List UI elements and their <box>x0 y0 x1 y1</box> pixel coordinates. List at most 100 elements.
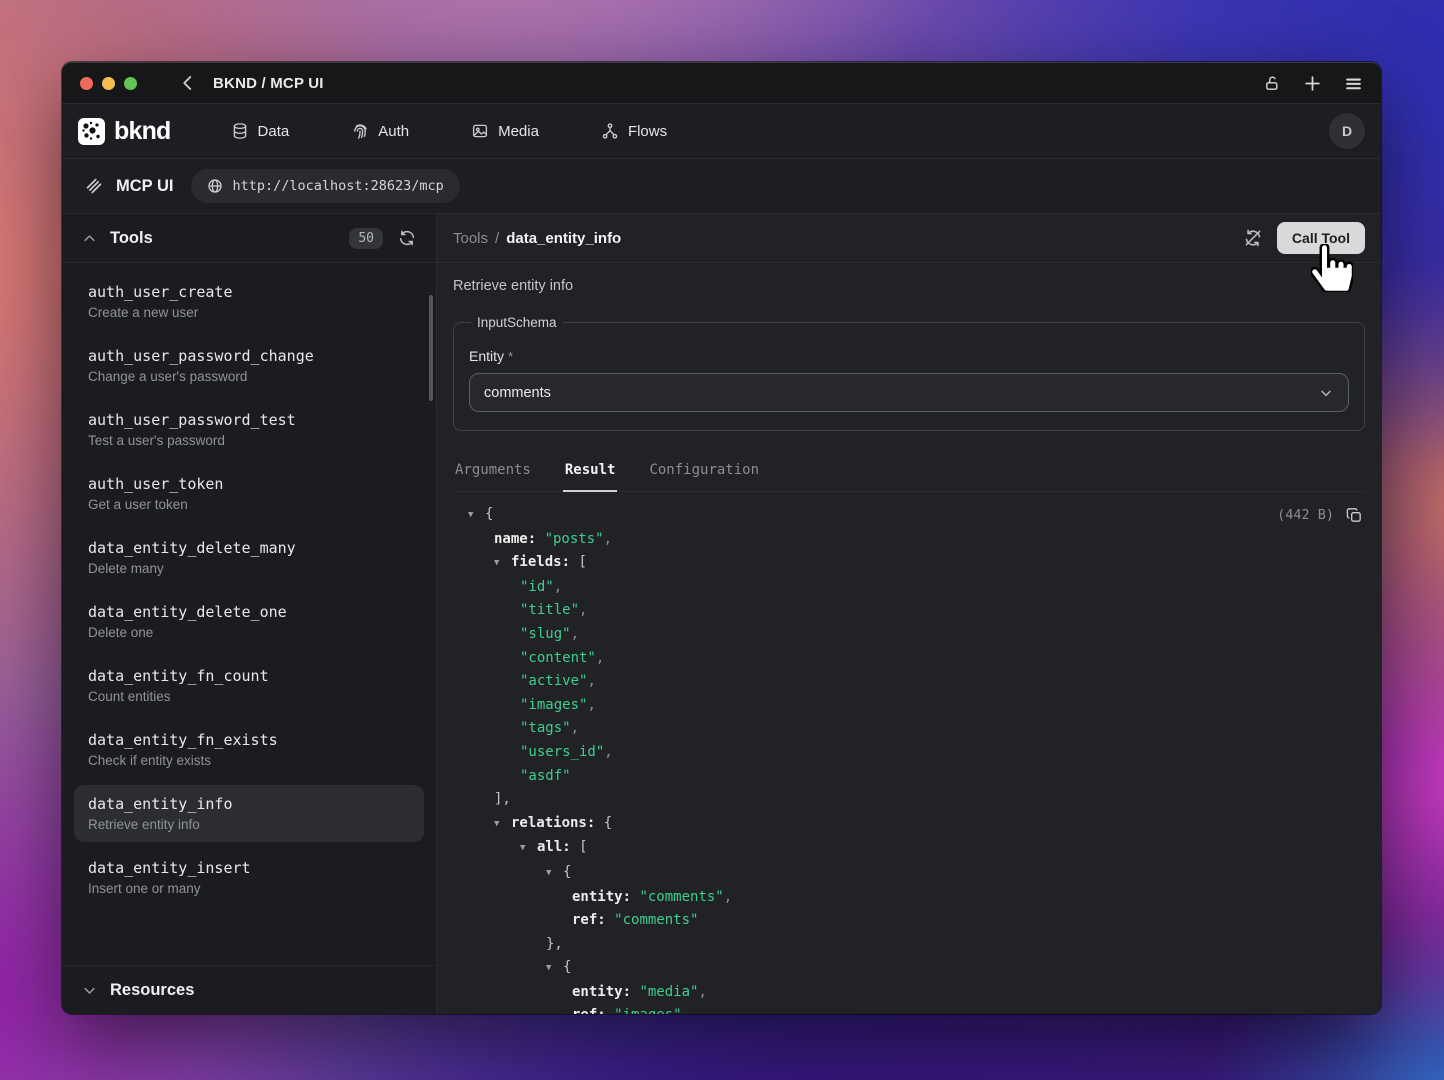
nav-item-data[interactable]: Data <box>217 114 304 148</box>
app-window: BKND / MCP UI bknd Data <box>62 62 1381 1014</box>
collapse-caret-icon[interactable]: ▼ <box>546 957 563 981</box>
json-line: "id", <box>453 576 1365 600</box>
collapse-caret-icon[interactable]: ▼ <box>494 813 511 837</box>
nav-item-label: Data <box>258 123 290 140</box>
tool-list-item[interactable]: auth_user_tokenGet a user token <box>74 465 424 522</box>
tools-sidebar: Tools 50 auth_user_createCreate a new us… <box>62 214 437 1014</box>
json-line: }, <box>453 933 1365 957</box>
brand-logo[interactable]: bknd <box>78 117 171 146</box>
tool-description: Retrieve entity info <box>88 817 410 832</box>
tab-arguments[interactable]: Arguments <box>453 454 533 491</box>
json-line: "content", <box>453 647 1365 671</box>
tool-name: auth_user_password_test <box>88 411 410 429</box>
json-line: ▼{ <box>453 503 1365 528</box>
nav-item-media[interactable]: Media <box>457 114 553 148</box>
result-size-label: (442 B) <box>1277 504 1334 528</box>
tool-list-item[interactable]: auth_user_createCreate a new user <box>74 273 424 330</box>
collapse-caret-icon[interactable]: ▼ <box>546 862 563 886</box>
copy-icon[interactable] <box>1346 507 1363 524</box>
tool-description: Count entities <box>88 689 410 704</box>
tool-detail-header: Tools / data_entity_info Call Tool <box>437 214 1381 263</box>
resources-section-header[interactable]: Resources <box>62 965 436 1014</box>
globe-icon <box>207 178 223 194</box>
tab-result[interactable]: Result <box>563 454 618 492</box>
brand-name: bknd <box>114 117 171 146</box>
json-line: ▼{ <box>453 861 1365 886</box>
tool-list-item[interactable]: data_entity_delete_oneDelete one <box>74 593 424 650</box>
sidebar-scrollbar[interactable] <box>429 295 433 401</box>
json-line: ▼all: [ <box>453 836 1365 861</box>
tool-list-item[interactable]: data_entity_infoRetrieve entity info <box>74 785 424 842</box>
result-tabs: Arguments Result Configuration <box>453 454 1365 492</box>
nav-item-label: Flows <box>628 123 667 140</box>
server-url-pill[interactable]: http://localhost:28623/mcp <box>191 169 459 203</box>
chevron-up-icon <box>82 231 97 246</box>
menu-icon[interactable] <box>1344 74 1363 93</box>
json-line: entity: "comments", <box>453 886 1365 910</box>
workflow-icon <box>601 122 619 140</box>
new-tab-icon[interactable] <box>1303 74 1322 93</box>
collapse-caret-icon[interactable]: ▼ <box>494 552 511 576</box>
breadcrumb-separator: / <box>495 230 499 247</box>
tool-description: Check if entity exists <box>88 753 410 768</box>
lock-icon[interactable] <box>1264 75 1281 92</box>
entity-field-label: Entity* <box>469 348 1349 364</box>
tool-list: auth_user_createCreate a new user auth_us… <box>62 263 436 965</box>
tool-name: data_entity_insert <box>88 859 410 877</box>
json-line: "slug", <box>453 623 1365 647</box>
image-icon <box>471 122 489 140</box>
close-window-button[interactable] <box>80 77 93 90</box>
tool-list-item[interactable]: data_entity_fn_existsCheck if entity exi… <box>74 721 424 778</box>
collapse-caret-icon[interactable]: ▼ <box>468 504 485 528</box>
json-line: "active", <box>453 670 1365 694</box>
json-line: "asdf" <box>453 765 1365 789</box>
minimize-window-button[interactable] <box>102 77 115 90</box>
refresh-icon[interactable] <box>398 229 416 247</box>
tool-description: Delete many <box>88 561 410 576</box>
tool-description: Retrieve entity info <box>453 278 1365 294</box>
json-line: ▼{ <box>453 956 1365 981</box>
tool-detail-panel: Tools / data_entity_info Call Tool Retri… <box>437 214 1381 1014</box>
tool-name: data_entity_fn_count <box>88 667 410 685</box>
json-line: "users_id", <box>453 741 1365 765</box>
breadcrumb-current: data_entity_info <box>506 230 621 247</box>
mcp-toolbar: MCP UI http://localhost:28623/mcp <box>62 159 1381 214</box>
tool-description: Create a new user <box>88 305 410 320</box>
nav-item-auth[interactable]: Auth <box>337 114 423 148</box>
user-avatar[interactable]: D <box>1329 113 1365 149</box>
breadcrumb-section[interactable]: Tools <box>453 230 488 247</box>
call-tool-button[interactable]: Call Tool <box>1277 222 1365 254</box>
tools-section-header[interactable]: Tools 50 <box>62 214 436 263</box>
nav-item-label: Media <box>498 123 539 140</box>
tool-list-item[interactable]: data_entity_insert Insert one or many <box>74 849 424 906</box>
json-result-viewer: (442 B) ▼{name: "posts",▼fields: ["id","… <box>453 492 1365 1014</box>
tools-count-badge: 50 <box>349 228 383 249</box>
auto-call-off-icon[interactable] <box>1243 228 1263 248</box>
nav-item-flows[interactable]: Flows <box>587 114 681 148</box>
json-line: "title", <box>453 599 1365 623</box>
tool-list-item[interactable]: data_entity_fn_count Count entities <box>74 657 424 714</box>
back-icon[interactable] <box>179 74 201 92</box>
database-icon <box>231 122 249 140</box>
tool-list-item[interactable]: auth_user_password_changeChange a user's… <box>74 337 424 394</box>
json-line: "tags", <box>453 717 1365 741</box>
tool-description: Get a user token <box>88 497 410 512</box>
collapse-caret-icon[interactable]: ▼ <box>520 837 537 861</box>
entity-select-value: comments <box>484 385 551 401</box>
json-line: name: "posts", <box>453 528 1365 552</box>
required-marker: * <box>508 349 513 364</box>
tool-list-item[interactable]: auth_user_password_test Test a user's pas… <box>74 401 424 458</box>
tool-description: Delete one <box>88 625 410 640</box>
tools-header-label: Tools <box>110 229 153 248</box>
tool-description: Insert one or many <box>88 881 410 896</box>
top-navbar: bknd Data Auth Media Flows D <box>62 104 1381 159</box>
tool-description: Test a user's password <box>88 433 410 448</box>
chevron-down-icon <box>82 983 97 998</box>
bknd-logo-icon <box>78 118 105 145</box>
zoom-window-button[interactable] <box>124 77 137 90</box>
tool-description: Change a user's password <box>88 369 410 384</box>
entity-select[interactable]: comments <box>469 373 1349 412</box>
tool-list-item[interactable]: data_entity_delete_manyDelete many <box>74 529 424 586</box>
tab-configuration[interactable]: Configuration <box>647 454 761 491</box>
page-title: MCP UI <box>116 177 173 196</box>
